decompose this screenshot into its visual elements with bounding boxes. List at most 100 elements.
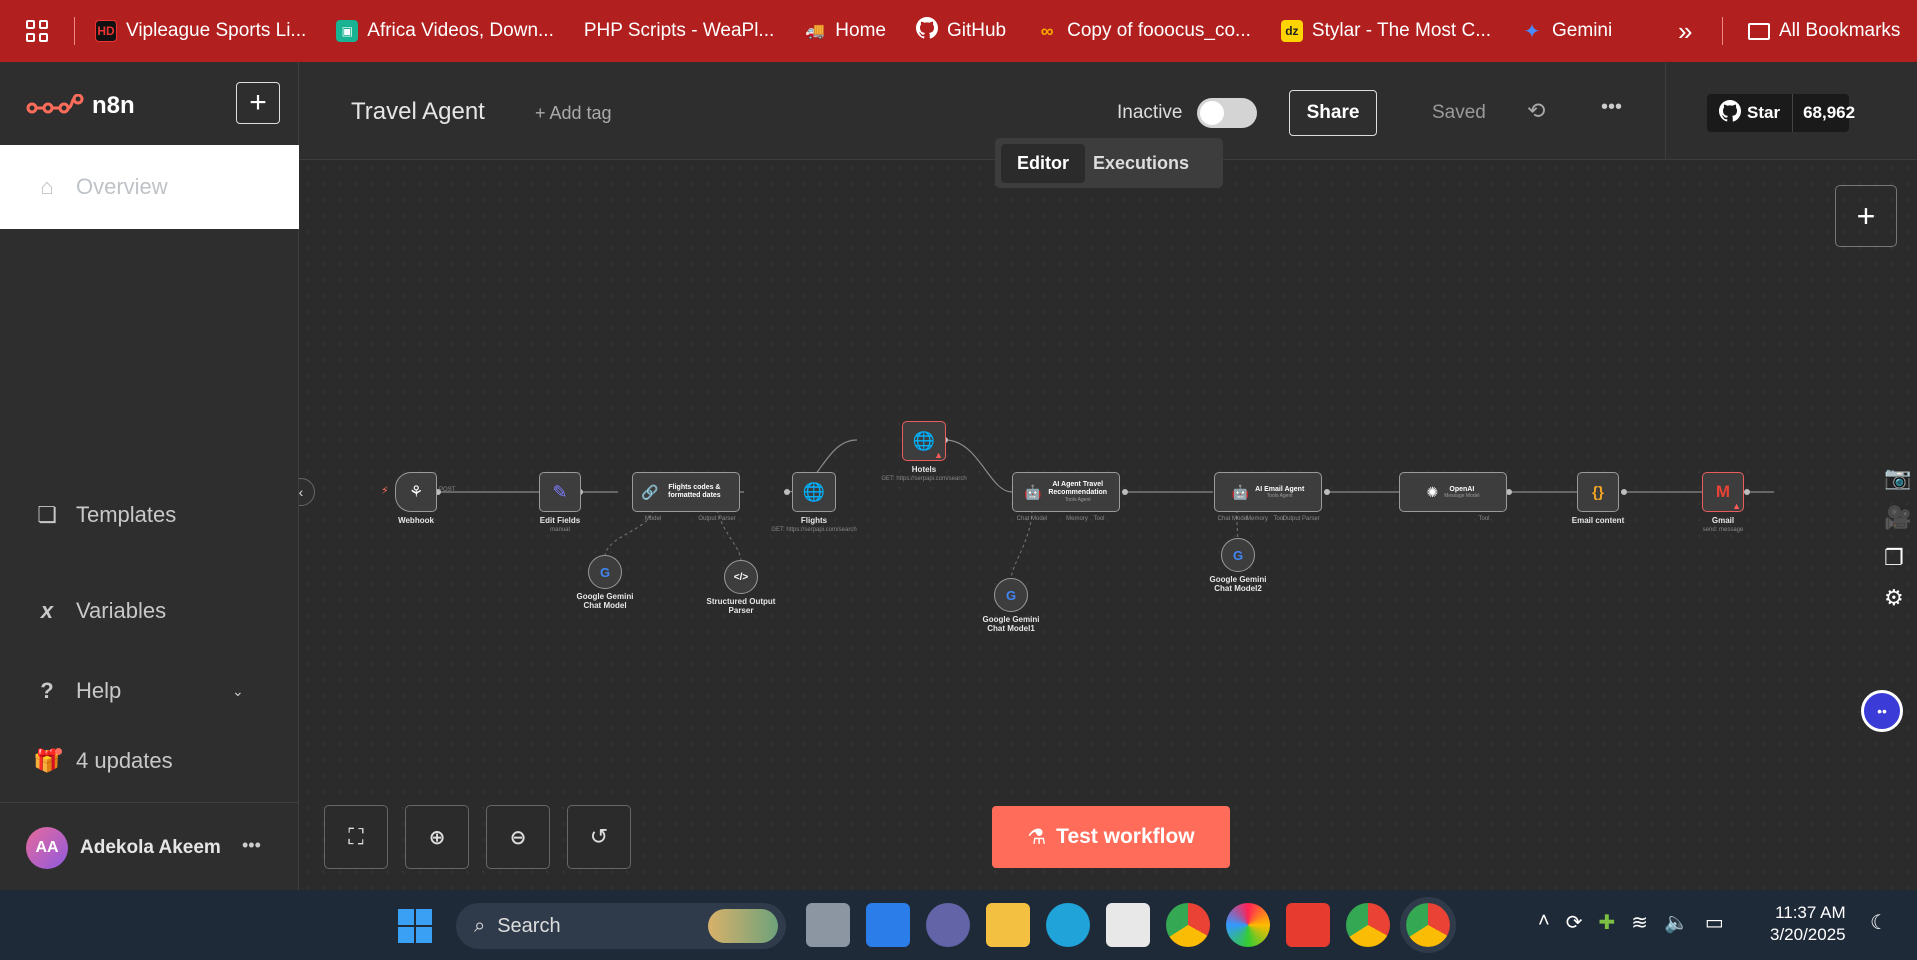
flights-codes-node[interactable]: 🔗 Flights codes & formatted dates [632,472,740,512]
bookmark-github[interactable]: GitHub [915,17,1006,45]
sidebar-item-variables[interactable]: x Variables [0,598,299,624]
flights-sub: GET: https://serpapi.com/search [771,527,857,533]
chrome-profile-icon[interactable] [1346,903,1390,947]
globe-icon: 🌐 [912,430,936,451]
bookmark-php-scripts[interactable]: PHP Scripts - WeaPl... [584,20,774,42]
widgets-icon[interactable] [866,903,910,947]
gemini-chat-model1-node[interactable]: G [994,578,1028,612]
more-options-button[interactable]: ••• [1601,96,1622,119]
ai-agent-travel-node[interactable]: 🤖 AI Agent Travel Recommendation Tools A… [1012,472,1120,512]
edit-fields-node[interactable]: ✎ [539,472,581,512]
zoom-out-button[interactable]: ⊖ [486,805,550,869]
ai-email-agent-node[interactable]: 🤖 AI Email Agent Tools Agent [1214,472,1322,512]
settings-icon[interactable]: ⚙ [1884,585,1911,611]
assistant-bubble-icon[interactable]: •• [1861,690,1903,732]
history-icon[interactable]: ⟲ [1527,98,1545,124]
user-avatar[interactable]: AA [26,827,68,869]
windows-start-icon[interactable] [398,909,432,943]
all-bookmarks-button[interactable]: All Bookmarks [1748,20,1900,42]
add-tag-button[interactable]: + Add tag [535,103,612,124]
colab-icon: ∞ [1040,20,1054,41]
openai-tools-port: Tool [1478,516,1490,522]
saved-indicator: Saved [1432,102,1486,123]
chrome-active-icon[interactable] [1400,897,1456,953]
volume-icon[interactable]: 🔈 [1664,910,1689,935]
flights-label: Flights [800,516,828,525]
sidebar-item-updates[interactable]: 🎁 4 updates [0,748,299,774]
wps-office-icon[interactable] [1286,903,1330,947]
wifi-icon[interactable]: ≋ [1631,910,1648,935]
gemini-chat-model2-node[interactable]: G [1221,538,1255,572]
webhook-node[interactable]: ⚘ [395,472,437,512]
openai-icon: ✺ [1426,483,1439,500]
warning-icon: ▲ [1732,501,1741,511]
gemini2-label: Google Gemini Chat Model1 [982,615,1040,633]
bookmark-vipleague[interactable]: HD Vipleague Sports Li... [95,20,306,42]
quiet-hours-icon[interactable]: ☾ [1870,910,1888,935]
ai-travel-tool-port: Tool [1093,516,1105,522]
system-tray: ˄ ⟳ ✚ ≋ 🔈 ▭ [1538,910,1724,935]
teams-chat-icon[interactable] [926,903,970,947]
battery-icon[interactable]: ▭ [1705,910,1724,935]
microsoft-store-icon[interactable] [1106,903,1150,947]
apps-grid-icon[interactable] [26,20,48,42]
chevron-up-icon[interactable]: ˄ [1538,910,1550,935]
bookmark-stylar[interactable]: dz Stylar - The Most C... [1280,20,1491,42]
task-view-icon[interactable] [806,903,850,947]
tab-executions[interactable]: Executions [1093,153,1189,174]
workflow-header: Travel Agent + Add tag Inactive Share Sa… [299,62,1917,188]
workflow-canvas[interactable]: ‹ + ⚡ POST ⚘ Webhook ✎ Edit Fields manua… [299,160,1917,890]
webhook-label: Webhook [398,516,434,525]
sync-icon[interactable]: ⟳ [1566,910,1583,935]
windows-icon[interactable]: ❐ [1884,545,1911,571]
robot-icon: 🤖 [1231,483,1250,500]
sidebar-item-help[interactable]: ? Help ⌄ [0,678,299,704]
bookmark-africa-videos[interactable]: ▣ Africa Videos, Down... [336,20,554,42]
taskbar-search[interactable]: ⌕ Search [456,903,786,949]
bookmark-colab[interactable]: ∞ Copy of fooocus_co... [1036,20,1251,42]
n8n-logo[interactable]: n8n [26,92,135,120]
active-toggle[interactable] [1197,98,1257,128]
github-star-button[interactable]: Star 68,962 [1707,94,1855,132]
flights-node[interactable]: 🌐 [792,472,836,512]
active-status-label: Inactive [1117,102,1183,123]
chrome-icon[interactable] [1166,903,1210,947]
trigger-bolt-icon: ⚡ [381,485,389,497]
camera-icon[interactable]: 📷 [1884,465,1911,491]
file-explorer-icon[interactable] [986,903,1030,947]
fit-view-button[interactable]: ⛶ [324,805,388,869]
clock[interactable]: 11:37 AM 3/20/2025 [1770,902,1846,946]
flights-codes-model-port: Model [644,516,662,522]
reset-zoom-button[interactable]: ↺ [567,805,631,869]
gmail-node[interactable]: M ▲ [1702,472,1744,512]
bookmark-home[interactable]: 🚚 Home [804,20,886,42]
workflow-name[interactable]: Travel Agent [351,98,485,126]
user-menu-button[interactable]: ••• [242,835,261,856]
video-icon[interactable]: 🎥 [1884,505,1911,531]
share-button[interactable]: Share [1289,90,1377,136]
folder-icon [1748,22,1770,40]
test-workflow-button[interactable]: ⚗ Test workflow [992,806,1230,868]
photos-icon[interactable] [1226,903,1270,947]
structured-output-parser-node[interactable]: </> [724,560,758,594]
edge-browser-icon[interactable] [1046,903,1090,947]
zoom-in-button[interactable]: ⊕ [405,805,469,869]
sidebar-item-overview[interactable]: ⌂ Overview [0,145,299,229]
zoom-out-icon: ⊖ [509,826,527,849]
email-content-node[interactable]: {} [1577,472,1619,512]
security-icon[interactable]: ✚ [1598,910,1615,935]
gemini-chat-model-node[interactable]: G [588,555,622,589]
parser-label: Structured Output Parser [706,597,776,615]
tab-editor[interactable]: Editor [1001,143,1085,183]
africa-videos-icon: ▣ [336,20,359,42]
hotels-label: Hotels [911,465,937,474]
add-workflow-button[interactable]: + [236,82,280,124]
more-bookmarks-button[interactable]: » [1678,16,1692,47]
sidebar-item-templates[interactable]: ❏ Templates [0,502,299,528]
flask-icon: ⚗ [1027,825,1047,849]
bookmark-gemini[interactable]: ✦ Gemini [1521,20,1613,43]
edit-fields-label: Edit Fields [539,516,581,525]
hotels-node[interactable]: 🌐 ▲ [902,421,946,461]
gmail-sub: send: message [1702,527,1744,533]
openai-node[interactable]: ✺ OpenAI Message Model [1399,472,1507,512]
